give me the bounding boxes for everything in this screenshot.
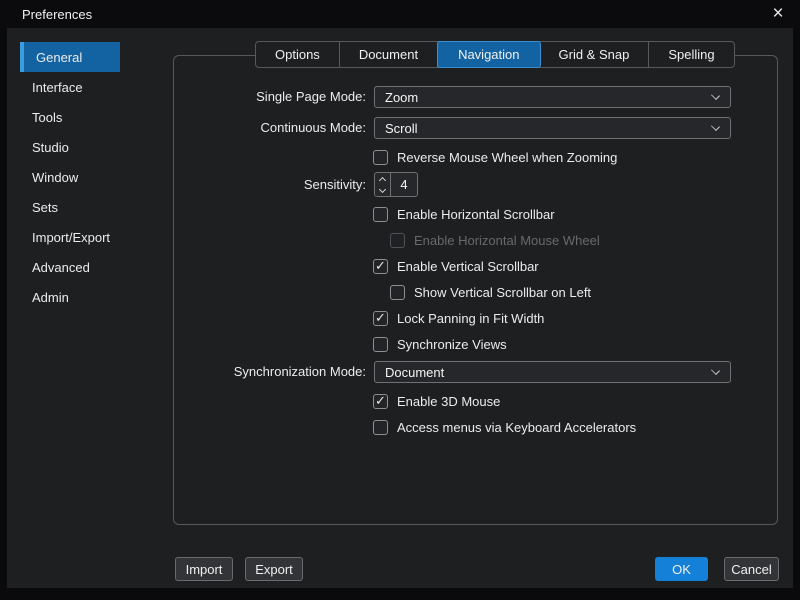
checkbox-label: Show Vertical Scrollbar on Left	[414, 285, 591, 300]
checkbox-box	[390, 233, 405, 248]
checkbox-label: Reverse Mouse Wheel when Zooming	[397, 150, 617, 165]
single-page-mode-label: Single Page Mode:	[174, 86, 366, 108]
stepper-arrows	[375, 173, 391, 196]
sidebar-item-general[interactable]: General	[20, 42, 120, 72]
tab-spelling[interactable]: Spelling	[649, 42, 733, 67]
checkbox-synchronize-views[interactable]: Synchronize Views	[373, 336, 507, 352]
checkbox-label: Enable Horizontal Mouse Wheel	[414, 233, 600, 248]
tab-document[interactable]: Document	[340, 42, 438, 67]
checkbox-label: Enable Horizontal Scrollbar	[397, 207, 555, 222]
synchronization-mode-value: Document	[385, 365, 444, 380]
checkbox-enable-3d-mouse[interactable]: Enable 3D Mouse	[373, 393, 500, 409]
tab-options[interactable]: Options	[256, 42, 340, 67]
sidebar-item-window[interactable]: Window	[20, 162, 120, 192]
chevron-down-icon	[711, 366, 720, 375]
checkbox-label: Lock Panning in Fit Width	[397, 311, 544, 326]
tab-navigation[interactable]: Navigation	[437, 41, 540, 68]
continuous-mode-value: Scroll	[385, 121, 418, 136]
checkbox-box[interactable]	[390, 285, 405, 300]
close-icon[interactable]: ×	[764, 0, 792, 28]
sidebar-item-studio[interactable]: Studio	[20, 132, 120, 162]
checkbox-enable-horizontal-mouse-wheel: Enable Horizontal Mouse Wheel	[390, 232, 600, 248]
import-button[interactable]: Import	[175, 557, 233, 581]
sensitivity-stepper[interactable]: 4	[374, 172, 418, 197]
settings-panel: Single Page Mode: Zoom Continuous Mode: …	[173, 55, 778, 525]
single-page-mode-value: Zoom	[385, 90, 418, 105]
sidebar-item-tools[interactable]: Tools	[20, 102, 120, 132]
checkbox-box[interactable]	[373, 394, 388, 409]
export-button[interactable]: Export	[245, 557, 303, 581]
checkbox-reverse-mouse-wheel[interactable]: Reverse Mouse Wheel when Zooming	[373, 149, 617, 165]
sensitivity-value[interactable]: 4	[391, 173, 417, 196]
checkbox-access-menus-keyboard[interactable]: Access menus via Keyboard Accelerators	[373, 419, 636, 435]
checkbox-box[interactable]	[373, 207, 388, 222]
checkbox-label: Synchronize Views	[397, 337, 507, 352]
tab-strip: OptionsDocumentNavigationGrid & SnapSpel…	[255, 41, 735, 68]
checkbox-lock-panning-in-fit-width[interactable]: Lock Panning in Fit Width	[373, 310, 544, 326]
checkbox-label: Enable 3D Mouse	[397, 394, 500, 409]
continuous-mode-label: Continuous Mode:	[174, 117, 366, 139]
checkbox-show-vertical-scrollbar-on-left[interactable]: Show Vertical Scrollbar on Left	[390, 284, 591, 300]
sidebar-item-admin[interactable]: Admin	[20, 282, 120, 312]
tab-grid-snap[interactable]: Grid & Snap	[540, 42, 650, 67]
synchronization-mode-dropdown[interactable]: Document	[374, 361, 731, 383]
checkbox-enable-vertical-scrollbar[interactable]: Enable Vertical Scrollbar	[373, 258, 539, 274]
chevron-down-icon[interactable]	[375, 185, 390, 197]
sidebar: GeneralInterfaceToolsStudioWindowSetsImp…	[20, 42, 120, 312]
continuous-mode-dropdown[interactable]: Scroll	[374, 117, 731, 139]
checkbox-label: Enable Vertical Scrollbar	[397, 259, 539, 274]
window-title: Preferences	[0, 7, 92, 22]
checkbox-box[interactable]	[373, 337, 388, 352]
sidebar-item-interface[interactable]: Interface	[20, 72, 120, 102]
checkbox-box[interactable]	[373, 259, 388, 274]
sensitivity-label: Sensitivity:	[174, 172, 366, 197]
sidebar-item-sets[interactable]: Sets	[20, 192, 120, 222]
chevron-down-icon	[711, 122, 720, 131]
checkbox-box[interactable]	[373, 420, 388, 435]
synchronization-mode-label: Synchronization Mode:	[174, 361, 366, 383]
checkbox-box[interactable]	[373, 150, 388, 165]
cancel-button[interactable]: Cancel	[724, 557, 779, 581]
chevron-down-icon	[711, 91, 720, 100]
checkbox-label: Access menus via Keyboard Accelerators	[397, 420, 636, 435]
checkbox-enable-horizontal-scrollbar[interactable]: Enable Horizontal Scrollbar	[373, 206, 555, 222]
ok-button[interactable]: OK	[655, 557, 708, 581]
single-page-mode-dropdown[interactable]: Zoom	[374, 86, 731, 108]
sidebar-item-advanced[interactable]: Advanced	[20, 252, 120, 282]
chevron-up-icon[interactable]	[375, 173, 390, 185]
preferences-dialog: GeneralInterfaceToolsStudioWindowSetsImp…	[7, 28, 793, 588]
sidebar-item-import-export[interactable]: Import/Export	[20, 222, 120, 252]
checkbox-box[interactable]	[373, 311, 388, 326]
titlebar: Preferences ×	[0, 0, 800, 28]
